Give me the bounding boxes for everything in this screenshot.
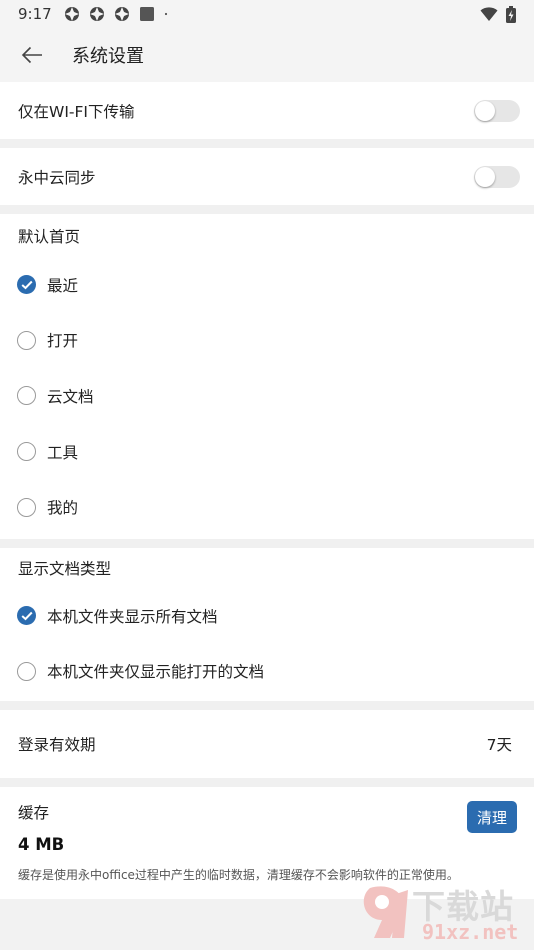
app-notification-icon — [64, 7, 79, 21]
divider — [0, 701, 534, 711]
cloud-sync-label: 永中云同步 — [18, 168, 96, 187]
cache-size: 4 MB — [18, 835, 65, 855]
wifi-only-label: 仅在WI-FI下传输 — [18, 102, 135, 121]
divider — [0, 139, 534, 148]
app-bar: 系统设置 — [0, 28, 534, 82]
login-validity-value: 7天 — [486, 736, 512, 755]
login-validity-label: 登录有效期 — [18, 736, 96, 755]
app-notification-icon — [89, 7, 104, 21]
status-time: 9:17 — [18, 5, 52, 23]
doc-type-option-all[interactable]: 本机文件夹显示所有文档 — [0, 588, 534, 644]
toggle-knob — [475, 166, 495, 187]
cloud-sync-toggle[interactable] — [474, 165, 520, 188]
radio-unchecked-icon — [17, 386, 36, 406]
option-label: 最近 — [47, 276, 79, 295]
cache-label: 缓存 — [18, 804, 50, 823]
option-label: 本机文件夹显示所有文档 — [47, 607, 218, 626]
divider — [0, 778, 534, 788]
divider — [0, 205, 534, 214]
dot-icon — [164, 12, 167, 16]
radio-unchecked-icon — [17, 330, 36, 350]
page-title: 系统设置 — [72, 46, 144, 67]
radio-unchecked-icon — [17, 442, 36, 462]
divider — [0, 538, 534, 548]
option-label: 工具 — [47, 443, 79, 462]
radio-checked-icon — [17, 606, 36, 626]
home-option-open[interactable]: 打开 — [0, 313, 534, 369]
toggle-knob — [475, 100, 495, 121]
back-button[interactable] — [0, 28, 64, 82]
square-icon — [139, 7, 154, 21]
cloud-sync-setting: 永中云同步 — [0, 148, 534, 205]
home-option-cloud-docs[interactable]: 云文档 — [0, 368, 534, 424]
radio-unchecked-icon — [17, 497, 36, 517]
wifi-only-setting: 仅在WI-FI下传输 — [0, 82, 534, 139]
option-label: 云文档 — [47, 387, 94, 406]
wifi-only-toggle[interactable] — [474, 99, 520, 122]
clear-cache-button[interactable]: 清理 — [467, 801, 517, 834]
default-home-title: 默认首页 — [18, 227, 81, 246]
option-label: 打开 — [47, 332, 79, 351]
arrow-left-icon — [21, 46, 42, 64]
doc-type-title: 显示文档类型 — [18, 559, 112, 578]
option-label: 我的 — [47, 499, 79, 518]
watermark-url: 91xz.net — [422, 920, 519, 944]
doc-type-section: 显示文档类型 本机文件夹显示所有文档 本机文件夹仅显示能打开的文档 — [0, 547, 534, 702]
home-option-tools[interactable]: 工具 — [0, 424, 534, 480]
app-notification-icon — [114, 7, 129, 21]
wifi-icon — [480, 7, 498, 21]
status-bar: 9:17 — [0, 0, 534, 28]
status-right-icons — [480, 5, 516, 23]
login-validity-setting[interactable]: 登录有效期 7天 — [0, 710, 534, 779]
default-home-section: 默认首页 最近 打开 云文档 工具 我的 — [0, 214, 534, 539]
home-option-mine[interactable]: 我的 — [0, 479, 534, 535]
radio-unchecked-icon — [17, 661, 36, 681]
home-option-recent[interactable]: 最近 — [0, 257, 534, 313]
radio-checked-icon — [17, 275, 36, 295]
watermark-logo: 下载站 91xz.net — [360, 880, 530, 946]
option-label: 本机文件夹仅显示能打开的文档 — [47, 663, 265, 682]
battery-charging-icon — [506, 5, 516, 23]
doc-type-option-openable[interactable]: 本机文件夹仅显示能打开的文档 — [0, 644, 534, 700]
